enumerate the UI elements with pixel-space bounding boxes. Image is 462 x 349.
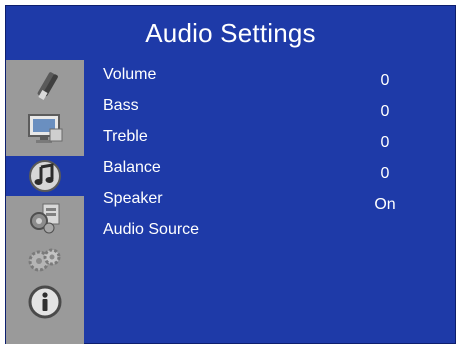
tab-setup[interactable] — [6, 198, 84, 238]
menu-item-label: Speaker — [103, 190, 163, 207]
tab-advanced[interactable] — [6, 240, 84, 280]
tab-info[interactable] — [6, 282, 84, 322]
menu-item-label: Audio Source — [103, 221, 200, 238]
menu-item-value: 0 — [380, 134, 390, 151]
osd-window: Audio Settings Volume 0 Bass 0 Treble 0 … — [5, 5, 456, 344]
gears-icon — [25, 245, 65, 275]
tab-audio[interactable] — [6, 156, 84, 196]
monitor-icon — [26, 111, 64, 145]
menu-item-audio-source[interactable]: Audio Source — [103, 217, 443, 247]
menu-item-label: Bass — [103, 97, 139, 114]
menu-item-value: 0 — [380, 72, 390, 89]
menu-item-bass[interactable]: Bass 0 — [103, 93, 443, 123]
tab-picture[interactable] — [6, 66, 84, 106]
menu-item-value: On — [374, 196, 396, 213]
menu-item-label: Volume — [103, 66, 157, 83]
tab-display[interactable] — [6, 108, 84, 148]
tools-icon — [27, 201, 63, 235]
info-icon — [28, 285, 62, 319]
music-note-icon — [28, 159, 62, 193]
menu-item-volume[interactable]: Volume 0 — [103, 62, 443, 92]
sidebar — [6, 60, 84, 344]
menu-item-label: Balance — [103, 159, 161, 176]
menu-item-balance[interactable]: Balance 0 — [103, 155, 443, 185]
menu-item-label: Treble — [103, 128, 148, 145]
page-title: Audio Settings — [145, 17, 316, 48]
brush-icon — [28, 69, 62, 103]
menu-item-value: 0 — [380, 165, 390, 182]
menu-item-value: 0 — [380, 103, 390, 120]
menu-item-speaker[interactable]: Speaker On — [103, 186, 443, 216]
menu-item-treble[interactable]: Treble 0 — [103, 124, 443, 154]
